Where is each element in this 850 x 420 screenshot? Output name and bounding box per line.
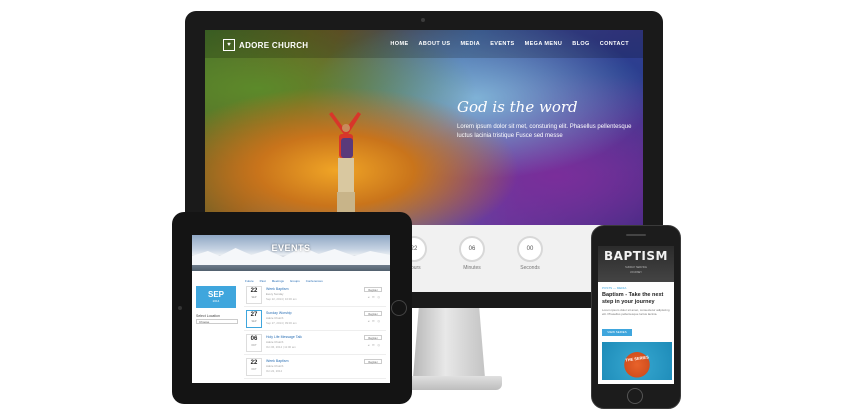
countdown-label: Seconds bbox=[520, 265, 540, 271]
phone-hero-title: BAPTISM bbox=[604, 249, 668, 263]
promo-text: THE SERIES bbox=[624, 354, 650, 363]
nav-menu: HOME ABOUT US MEDIA EVENTS MEGA MENU BLO… bbox=[390, 41, 629, 47]
event-meta: Adore Church bbox=[266, 316, 284, 320]
speaker-grille bbox=[626, 234, 646, 236]
phone-hero: BAPTISM SUNDAY SERVICE JOURNEY bbox=[598, 246, 674, 282]
phone-hero-subtitle: SUNDAY SERVICE bbox=[625, 266, 647, 269]
countdown-value: 00 bbox=[517, 236, 543, 262]
location-label: Select Location bbox=[196, 314, 220, 318]
share-icons[interactable]: ◂ ✉ ◎ bbox=[368, 343, 381, 347]
nav-events[interactable]: EVENTS bbox=[490, 41, 514, 47]
home-button[interactable] bbox=[627, 388, 643, 404]
camera-dot bbox=[421, 18, 425, 22]
desktop-navbar: ♥ ADORE CHURCH HOME ABOUT US MEDIA EVENT… bbox=[205, 30, 643, 58]
register-button[interactable]: Register bbox=[364, 359, 382, 364]
post-body: Lorem ipsum dolor sit amet, consectetur … bbox=[602, 308, 670, 317]
register-button[interactable]: Register bbox=[364, 287, 382, 292]
promo-image[interactable]: THE SERIES bbox=[602, 342, 672, 380]
post-title[interactable]: Baptism - Take the next step in your jou… bbox=[602, 292, 672, 306]
tab-meetings[interactable]: Meetings bbox=[272, 279, 284, 283]
logo-text: ADORE CHURCH bbox=[239, 40, 309, 50]
event-date: 06 OCT bbox=[246, 334, 262, 352]
hero-text: Lorem ipsum dolor sit met, consturing el… bbox=[457, 124, 632, 139]
event-meta: Every Sunday bbox=[266, 292, 284, 296]
post-category[interactable]: POSTS — MEDIA bbox=[602, 286, 626, 290]
countdown-seconds: 00 Seconds bbox=[515, 236, 545, 271]
event-datetime: Oct 06, 2014 | 11:00 am bbox=[266, 345, 296, 349]
event-tabs: Future Past Meetings Groups Conferences bbox=[245, 279, 323, 283]
event-date: 22 SEP bbox=[246, 286, 262, 304]
climber-figure bbox=[329, 112, 361, 218]
location-select[interactable]: Choose bbox=[196, 319, 238, 324]
heart-icon: ♥ bbox=[223, 39, 235, 51]
events-title: EVENTS bbox=[271, 243, 311, 253]
nav-contact[interactable]: CONTACT bbox=[600, 41, 629, 47]
event-month: OCT bbox=[251, 344, 257, 347]
events-banner: EVENTS bbox=[192, 235, 390, 271]
event-date: 22 OCT bbox=[246, 358, 262, 376]
hero-banner: ♥ ADORE CHURCH HOME ABOUT US MEDIA EVENT… bbox=[205, 30, 643, 225]
event-month: OCT bbox=[251, 368, 257, 371]
tablet-screen: EVENTS Future Past Meetings Groups Confe… bbox=[192, 235, 390, 383]
event-month: SEP bbox=[251, 320, 257, 323]
event-title[interactable]: Holy Life Message Talk bbox=[266, 335, 302, 339]
tab-past[interactable]: Past bbox=[260, 279, 266, 283]
event-meta: Adore Church bbox=[266, 340, 284, 344]
countdown-value: 06 bbox=[459, 236, 485, 262]
event-title[interactable]: Sunday Worship bbox=[266, 311, 292, 315]
monitor-stand bbox=[413, 308, 485, 378]
register-button[interactable]: Register bbox=[364, 335, 382, 340]
hero-title: God is the word bbox=[457, 98, 578, 116]
tablet-device: EVENTS Future Past Meetings Groups Confe… bbox=[172, 212, 412, 404]
phone-hero-subtitle-2: JOURNEY bbox=[630, 271, 642, 274]
share-icons[interactable]: ◂ ✉ ◎ bbox=[368, 319, 381, 323]
nav-mega-menu[interactable]: MEGA MENU bbox=[525, 41, 563, 47]
nav-blog[interactable]: BLOG bbox=[572, 41, 590, 47]
register-button[interactable]: Register bbox=[364, 311, 382, 316]
countdown-minutes: 06 Minutes bbox=[457, 236, 487, 271]
tab-conferences[interactable]: Conferences bbox=[306, 279, 323, 283]
event-datetime: Sep 22, 2014 | 10:00 am bbox=[266, 297, 297, 301]
month-badge: SEP 2014 bbox=[196, 286, 236, 308]
event-datetime: Oct 22, 2014 bbox=[266, 369, 283, 373]
nav-home[interactable]: HOME bbox=[390, 41, 408, 47]
event-day: 22 bbox=[250, 288, 258, 294]
tab-groups[interactable]: Groups bbox=[290, 279, 300, 283]
tab-future[interactable]: Future bbox=[245, 279, 254, 283]
event-title[interactable]: Week Baptism bbox=[266, 359, 289, 363]
month-name: SEP bbox=[207, 290, 224, 299]
share-icons[interactable]: ◂ ✉ ◎ bbox=[368, 295, 381, 299]
event-title[interactable]: Week Baptism bbox=[266, 287, 289, 291]
event-meta: Adore Church bbox=[266, 364, 284, 368]
nav-media[interactable]: MEDIA bbox=[460, 41, 480, 47]
home-button[interactable] bbox=[391, 300, 407, 316]
view-series-button[interactable]: VIEW SERIES bbox=[602, 329, 632, 336]
nav-about-us[interactable]: ABOUT US bbox=[419, 41, 451, 47]
church-logo[interactable]: ♥ ADORE CHURCH bbox=[223, 39, 308, 51]
event-row[interactable]: 27 SEP Sunday Worship Adore Church Sep 2… bbox=[244, 308, 386, 331]
phone-screen: BAPTISM SUNDAY SERVICE JOURNEY POSTS — M… bbox=[598, 246, 674, 384]
month-year: 2014 bbox=[212, 299, 220, 303]
event-date: 27 SEP bbox=[246, 310, 262, 328]
event-datetime: Sep 27, 2014 | 09:00 am bbox=[266, 321, 297, 325]
event-day: 27 bbox=[250, 312, 258, 318]
event-row[interactable]: 22 OCT Week Baptism Adore Church Oct 22,… bbox=[244, 356, 386, 379]
event-row[interactable]: 06 OCT Holy Life Message Talk Adore Chur… bbox=[244, 332, 386, 355]
camera-dot bbox=[178, 306, 182, 310]
event-day: 06 bbox=[250, 336, 258, 342]
event-row[interactable]: 22 SEP Week Baptism Every Sunday Sep 22,… bbox=[244, 284, 386, 307]
event-month: SEP bbox=[251, 296, 257, 299]
event-day: 22 bbox=[250, 360, 258, 366]
countdown-label: Minutes bbox=[463, 265, 481, 271]
phone-device: BAPTISM SUNDAY SERVICE JOURNEY POSTS — M… bbox=[591, 225, 681, 409]
